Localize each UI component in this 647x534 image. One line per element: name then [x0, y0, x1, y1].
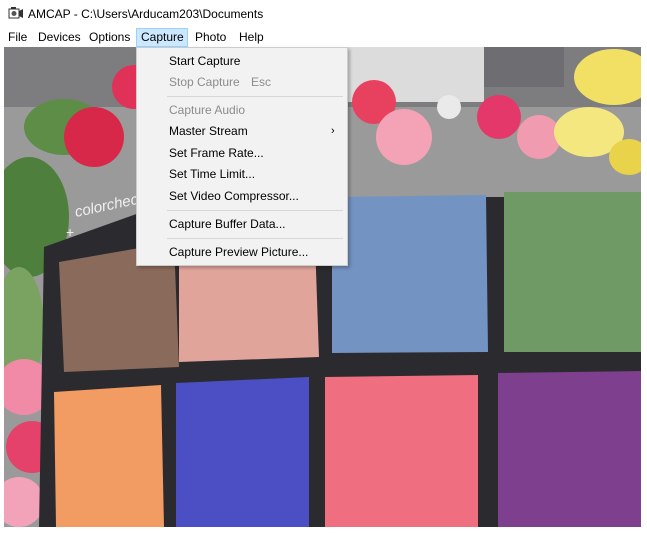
stop-capture-shortcut: Esc [251, 75, 272, 89]
capture-buffer-data-label: Capture Buffer Data... [169, 217, 286, 231]
menu-item-set-frame-rate[interactable]: Set Frame Rate... [137, 143, 347, 163]
menu-item-set-time-limit[interactable]: Set Time Limit... [137, 164, 347, 184]
stop-capture-label: Stop Capture [169, 75, 240, 89]
menu-devices[interactable]: Devices [34, 28, 85, 47]
menu-item-capture-audio[interactable]: Capture Audio [137, 100, 347, 120]
menu-bar: File Devices Options Capture Photo Help [0, 28, 647, 47]
menu-item-master-stream[interactable]: Master Stream › [137, 121, 347, 141]
menu-separator [167, 210, 343, 211]
menu-capture[interactable]: Capture [136, 28, 188, 47]
menu-options[interactable]: Options [85, 28, 134, 47]
master-stream-label: Master Stream [169, 124, 248, 138]
window-title: AMCAP - C:\Users\Arducam203\Documents [28, 7, 264, 21]
title-bar: AMCAP - C:\Users\Arducam203\Documents [0, 0, 647, 28]
menu-file[interactable]: File [4, 28, 31, 47]
capture-audio-label: Capture Audio [169, 103, 246, 117]
set-video-compressor-label: Set Video Compressor... [169, 189, 299, 203]
menu-help[interactable]: Help [235, 28, 268, 47]
capture-menu-dropdown: Start Capture Stop Capture Esc Capture A… [136, 47, 348, 266]
start-capture-label: Start Capture [169, 54, 241, 68]
menu-separator [167, 96, 343, 97]
capture-preview-picture-label: Capture Preview Picture... [169, 245, 309, 259]
menu-item-start-capture[interactable]: Start Capture [137, 51, 347, 71]
menu-photo[interactable]: Photo [191, 28, 230, 47]
camera-app-icon [8, 7, 23, 19]
svg-text:+: + [66, 224, 74, 240]
set-time-limit-label: Set Time Limit... [169, 167, 256, 181]
set-frame-rate-label: Set Frame Rate... [169, 146, 264, 160]
chevron-right-icon: › [331, 125, 335, 137]
menu-separator [167, 238, 343, 239]
menu-item-set-video-compressor[interactable]: Set Video Compressor... [137, 186, 347, 206]
menu-item-capture-preview-picture[interactable]: Capture Preview Picture... [137, 242, 347, 262]
menu-item-stop-capture[interactable]: Stop Capture Esc [137, 72, 347, 92]
menu-item-capture-buffer-data[interactable]: Capture Buffer Data... [137, 214, 347, 234]
